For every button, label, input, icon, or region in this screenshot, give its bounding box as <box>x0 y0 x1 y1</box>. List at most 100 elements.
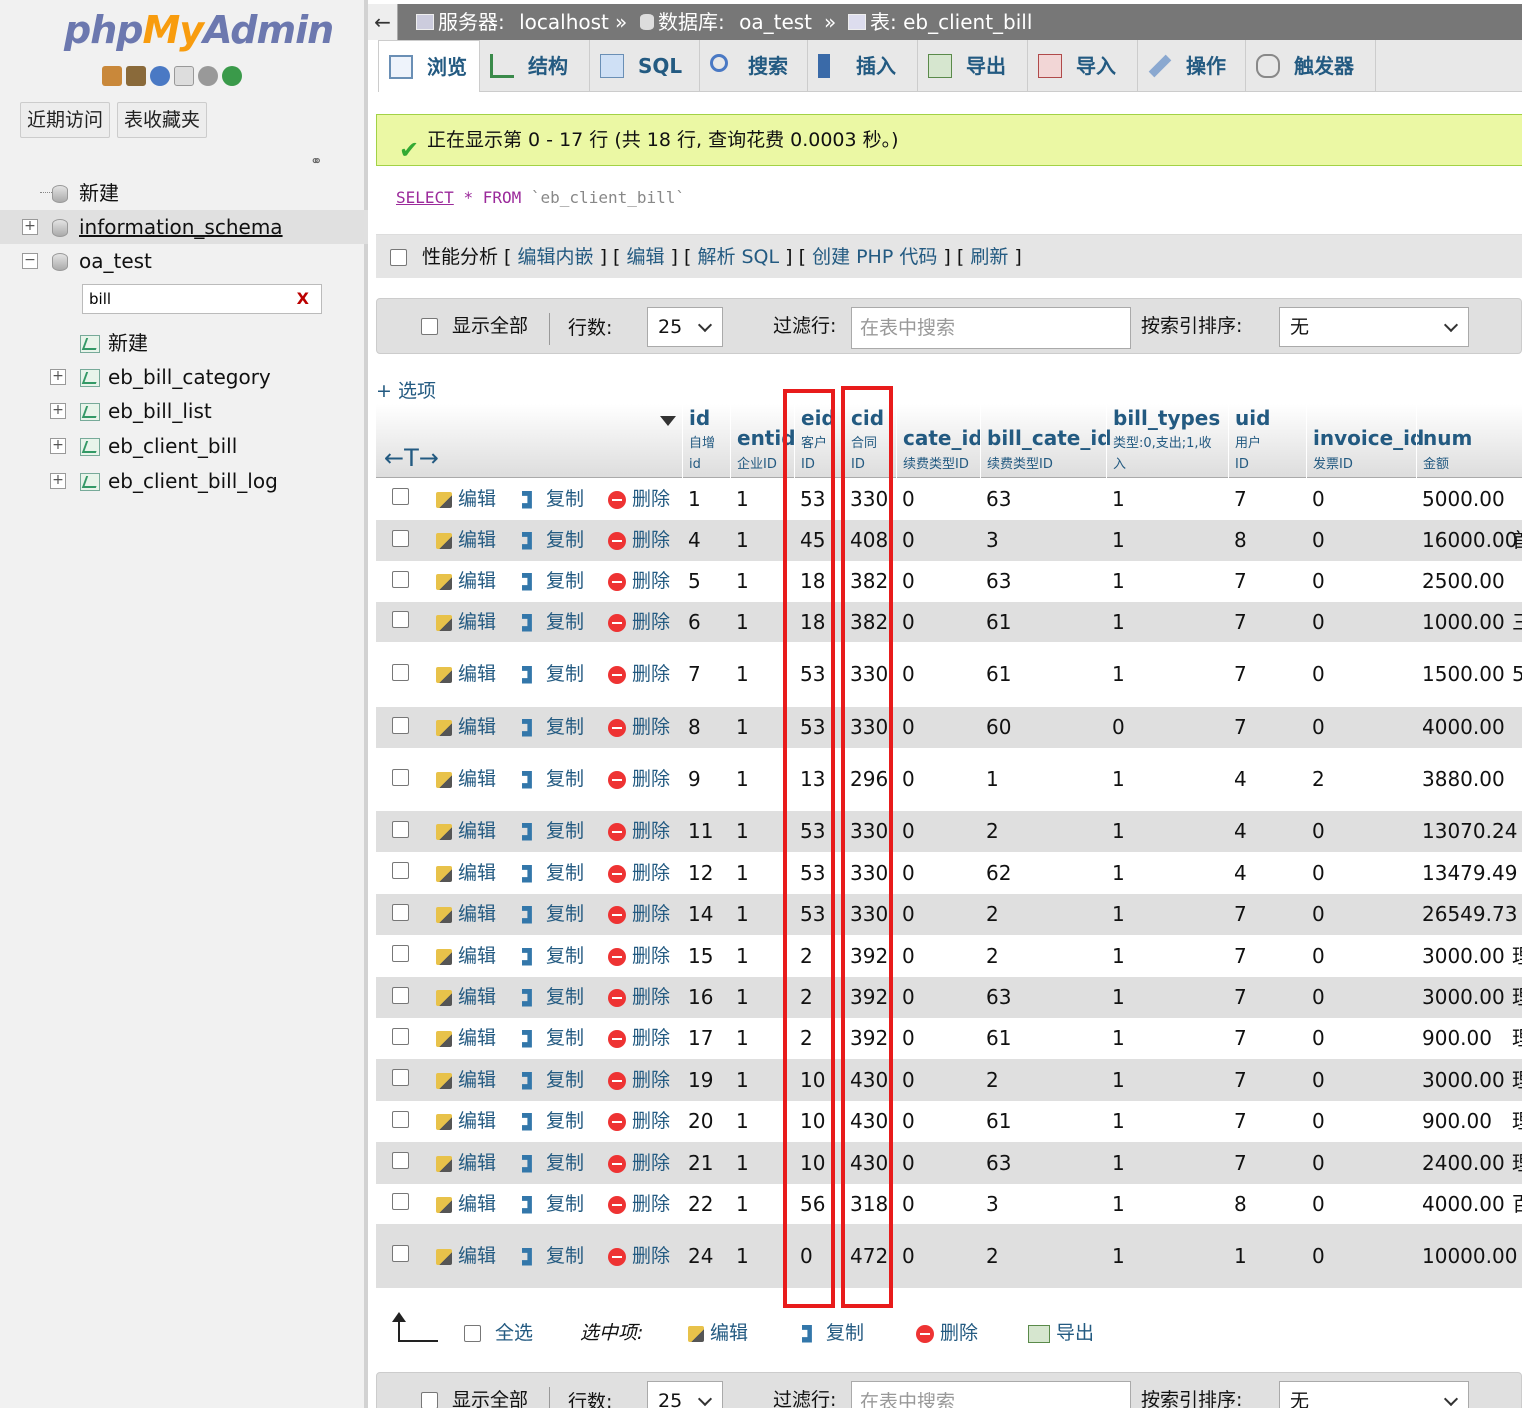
edit-inline-link[interactable]: 编辑内嵌 <box>518 246 594 268</box>
tab-operations[interactable]: 操作 <box>1138 40 1246 92</box>
cell-uid[interactable]: 7 <box>1234 1059 1247 1101</box>
row-copy-link[interactable]: 复制 <box>522 935 584 977</box>
rows-per-page-select-bottom[interactable]: 25 <box>647 1381 723 1408</box>
cell-entid[interactable]: 1 <box>736 520 749 561</box>
cell-bill-types[interactable]: 0 <box>1112 707 1125 748</box>
row-copy-link[interactable]: 复制 <box>522 707 584 748</box>
cell-next[interactable]: 理 <box>1512 977 1522 1018</box>
cell-entid[interactable]: 1 <box>736 707 749 748</box>
row-delete-link[interactable]: 删除 <box>608 602 670 642</box>
cell-id[interactable]: 16 <box>688 977 713 1018</box>
cell-next[interactable]: 百 <box>1512 1184 1522 1224</box>
cell-num[interactable]: 16000.00 <box>1422 520 1517 561</box>
row-checkbox[interactable] <box>392 1245 409 1262</box>
cell-id[interactable]: 20 <box>688 1101 713 1142</box>
row-checkbox[interactable] <box>392 1069 409 1086</box>
tab-sql[interactable]: SQL <box>590 40 700 92</box>
expand-icon[interactable]: + <box>50 438 66 454</box>
cell-bill-cate-id[interactable]: 63 <box>986 561 1011 602</box>
cell-cate-id[interactable]: 0 <box>902 478 915 520</box>
link-icon[interactable]: ⚭ <box>310 152 323 170</box>
row-edit-link[interactable]: 编辑 <box>436 811 496 852</box>
show-all-toggle[interactable]: 显示全部 <box>421 299 528 353</box>
cell-entid[interactable]: 1 <box>736 1101 749 1142</box>
tab-search[interactable]: 搜索 <box>700 40 808 92</box>
row-copy-link[interactable]: 复制 <box>522 602 584 642</box>
column-header-bill-types[interactable]: bill_types 类型:0,支出;1,收入 <box>1106 404 1228 478</box>
cell-uid[interactable]: 7 <box>1234 1101 1247 1142</box>
select-all[interactable]: 全选 <box>464 1318 533 1345</box>
show-all-checkbox[interactable] <box>421 1392 438 1408</box>
cell-uid[interactable]: 8 <box>1234 1184 1247 1224</box>
row-edit-link[interactable]: 编辑 <box>436 977 496 1018</box>
cell-uid[interactable]: 1 <box>1234 1224 1247 1288</box>
bulk-delete-button[interactable]: 删除 <box>916 1318 978 1345</box>
cell-next[interactable]: 理 <box>1512 1059 1522 1101</box>
row-delete-link[interactable]: 删除 <box>608 811 670 852</box>
row-edit-link[interactable]: 编辑 <box>436 1101 496 1142</box>
cell-bill-types[interactable]: 1 <box>1112 602 1125 642</box>
cell-num[interactable]: 3880.00 <box>1422 748 1505 811</box>
cell-bill-cate-id[interactable]: 1 <box>986 748 999 811</box>
cell-id[interactable]: 7 <box>688 642 701 707</box>
row-checkbox[interactable] <box>392 768 409 786</box>
cell-num[interactable]: 13479.49 <box>1422 852 1517 894</box>
cell-entid[interactable]: 1 <box>736 602 749 642</box>
row-copy-link[interactable]: 复制 <box>522 1018 584 1059</box>
cell-num[interactable]: 4000.00 <box>1422 707 1505 748</box>
row-delete-link[interactable]: 删除 <box>608 852 670 894</box>
row-edit-link[interactable]: 编辑 <box>436 852 496 894</box>
row-delete-link[interactable]: 删除 <box>608 1101 670 1142</box>
cell-invoice-id[interactable]: 0 <box>1312 811 1325 852</box>
tab-triggers[interactable]: 触发器 <box>1246 40 1376 92</box>
cell-invoice-id[interactable]: 0 <box>1312 1224 1325 1288</box>
cell-bill-types[interactable]: 1 <box>1112 561 1125 602</box>
cell-invoice-id[interactable]: 0 <box>1312 1059 1325 1101</box>
tab-import[interactable]: 导入 <box>1028 40 1138 92</box>
tab-structure[interactable]: 结构 <box>480 40 590 92</box>
column-header-num[interactable]: num 金额 <box>1416 404 1506 478</box>
row-checkbox[interactable] <box>392 1027 409 1045</box>
cell-cate-id[interactable]: 0 <box>902 1142 915 1184</box>
cell-bill-types[interactable]: 1 <box>1112 1018 1125 1059</box>
cell-bill-cate-id[interactable]: 63 <box>986 478 1011 520</box>
gear-icon[interactable] <box>198 66 218 86</box>
cell-bill-types[interactable]: 1 <box>1112 977 1125 1018</box>
cell-bill-cate-id[interactable]: 60 <box>986 707 1011 748</box>
cell-cate-id[interactable]: 0 <box>902 1059 915 1101</box>
bulk-export-button[interactable]: 导出 <box>1028 1318 1094 1345</box>
cell-id[interactable]: 15 <box>688 935 713 977</box>
cell-num[interactable]: 1000.00 <box>1422 602 1505 642</box>
cell-num[interactable]: 4000.00 <box>1422 1184 1505 1224</box>
cell-invoice-id[interactable]: 0 <box>1312 977 1325 1018</box>
row-delete-link[interactable]: 删除 <box>608 1142 670 1184</box>
row-checkbox[interactable] <box>392 570 409 588</box>
row-checkbox[interactable] <box>392 903 409 921</box>
options-link[interactable]: + 选项 <box>376 376 436 403</box>
show-all-checkbox[interactable] <box>421 318 438 335</box>
cell-cate-id[interactable]: 0 <box>902 977 915 1018</box>
cell-id[interactable]: 4 <box>688 520 701 561</box>
row-checkbox[interactable] <box>392 663 409 681</box>
cell-next[interactable]: 5 <box>1512 642 1522 707</box>
cell-uid[interactable]: 4 <box>1234 748 1247 811</box>
cell-uid[interactable]: 7 <box>1234 561 1247 602</box>
explain-sql-link[interactable]: 解析 SQL <box>697 246 779 268</box>
tree-table-eb-bill-category[interactable]: + eb_bill_category <box>0 360 368 394</box>
tree-table-eb-client-bill[interactable]: + eb_client_bill <box>0 429 368 463</box>
row-copy-link[interactable]: 复制 <box>522 478 584 520</box>
cell-uid[interactable]: 8 <box>1234 520 1247 561</box>
cell-id[interactable]: 9 <box>688 748 701 811</box>
row-edit-link[interactable]: 编辑 <box>436 748 496 811</box>
cell-bill-cate-id[interactable]: 61 <box>986 602 1011 642</box>
cell-invoice-id[interactable]: 0 <box>1312 642 1325 707</box>
sort-index-select-bottom[interactable]: 无 <box>1279 1381 1469 1408</box>
cell-uid[interactable]: 7 <box>1234 602 1247 642</box>
cell-id[interactable]: 22 <box>688 1184 713 1224</box>
column-header-invoice-id[interactable]: invoice_id 发票ID <box>1306 404 1424 478</box>
cell-invoice-id[interactable]: 0 <box>1312 520 1325 561</box>
cell-cate-id[interactable]: 0 <box>902 602 915 642</box>
cell-next[interactable]: 三 <box>1512 602 1522 642</box>
profiling-checkbox[interactable] <box>390 249 407 266</box>
cell-cate-id[interactable]: 0 <box>902 894 915 935</box>
